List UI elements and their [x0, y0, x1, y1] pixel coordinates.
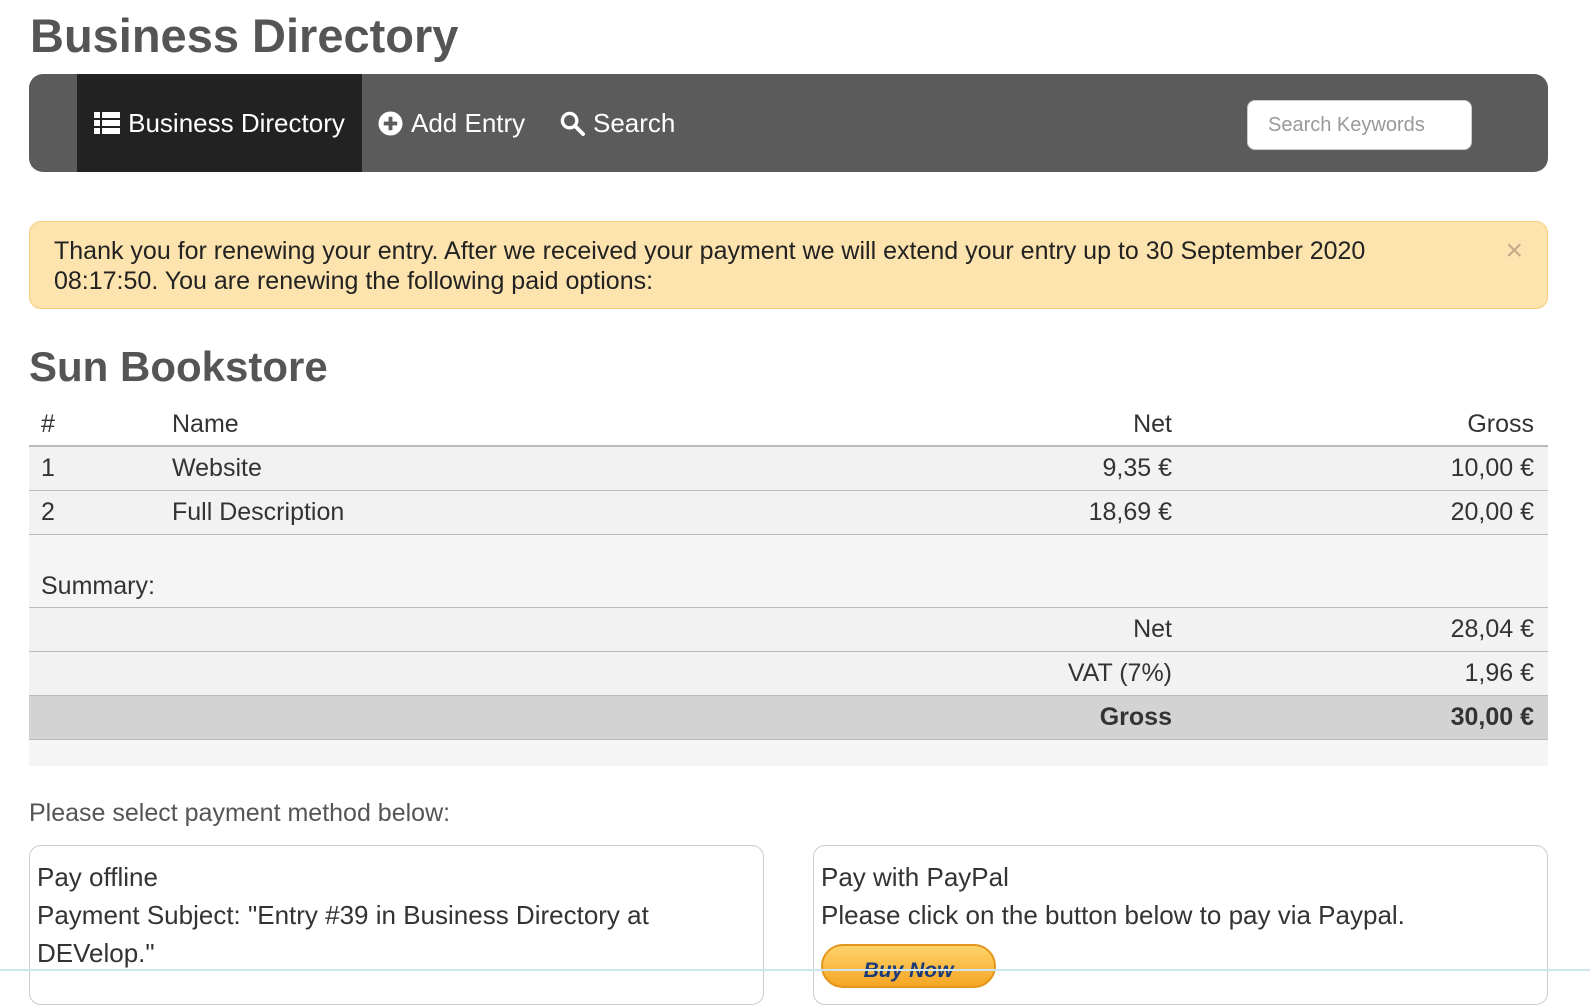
search-icon	[560, 111, 585, 136]
row-net: 9,35 €	[1102, 454, 1172, 482]
buy-now-button[interactable]: Buy Now	[821, 944, 996, 988]
page-title: Business Directory	[30, 9, 459, 62]
summary-label: Summary:	[41, 572, 155, 600]
payment-prompt: Please select payment method below:	[29, 799, 451, 827]
row-gross: 20,00 €	[1450, 498, 1534, 526]
nav-label: Search	[593, 107, 676, 138]
nav-search[interactable]: Search	[560, 74, 675, 172]
nav-business-directory[interactable]: Business Directory	[77, 74, 362, 172]
pay-offline-box: Pay offline Payment Subject: "Entry #39 …	[29, 845, 764, 1005]
renewal-alert: Thank you for renewing your entry. After…	[29, 221, 1548, 309]
pay-offline-title: Pay offline	[37, 862, 158, 892]
header-number: #	[41, 410, 55, 438]
summary-vat-row: VAT (7%) 1,96 €	[29, 651, 1548, 695]
row-name: Full Description	[172, 498, 345, 526]
summary-gross-row: Gross 30,00 €	[29, 695, 1548, 740]
search-input[interactable]	[1247, 100, 1472, 150]
summary-net-value: 28,04 €	[1450, 615, 1534, 643]
listing-title: Sun Bookstore	[29, 343, 328, 390]
nav-add-entry[interactable]: Add Entry	[378, 74, 525, 172]
list-icon	[94, 112, 121, 134]
viewport-bottom-border	[0, 969, 1590, 971]
header-name: Name	[172, 410, 239, 438]
summary-gross-label: Gross	[1099, 703, 1172, 731]
row-number: 1	[41, 454, 55, 482]
summary-vat-value: 1,96 €	[1464, 659, 1534, 687]
plus-circle-icon	[378, 110, 403, 136]
pay-paypal-text: Please click on the button below to pay …	[821, 900, 1405, 930]
summary-gross-value: 30,00 €	[1450, 703, 1534, 731]
pay-offline-text: Payment Subject: "Entry #39 in Business …	[37, 900, 649, 968]
close-icon[interactable]: ×	[1505, 236, 1523, 266]
pay-paypal-box: Pay with PayPal Please click on the butt…	[813, 845, 1548, 1005]
row-net: 18,69 €	[1088, 498, 1172, 526]
row-gross: 10,00 €	[1450, 454, 1534, 482]
alert-message: Thank you for renewing your entry. After…	[54, 237, 1366, 295]
table-header: # Name Net Gross	[29, 404, 1548, 447]
row-number: 2	[41, 498, 55, 526]
table-row: 1 Website 9,35 € 10,00 €	[29, 447, 1548, 491]
table-row: 2 Full Description 18,69 € 20,00 €	[29, 491, 1548, 535]
navbar: Business Directory Add Entry Search	[29, 74, 1548, 172]
summary-vat-label: VAT (7%)	[1067, 659, 1172, 687]
nav-label: Business Directory	[128, 107, 345, 138]
nav-label: Add Entry	[411, 107, 526, 138]
summary-net-label: Net	[1133, 615, 1172, 643]
header-gross: Gross	[1467, 410, 1534, 438]
pay-paypal-title: Pay with PayPal	[821, 862, 1009, 892]
summary-net-row: Net 28,04 €	[29, 607, 1548, 651]
row-name: Website	[172, 454, 262, 482]
header-net: Net	[1133, 410, 1172, 438]
